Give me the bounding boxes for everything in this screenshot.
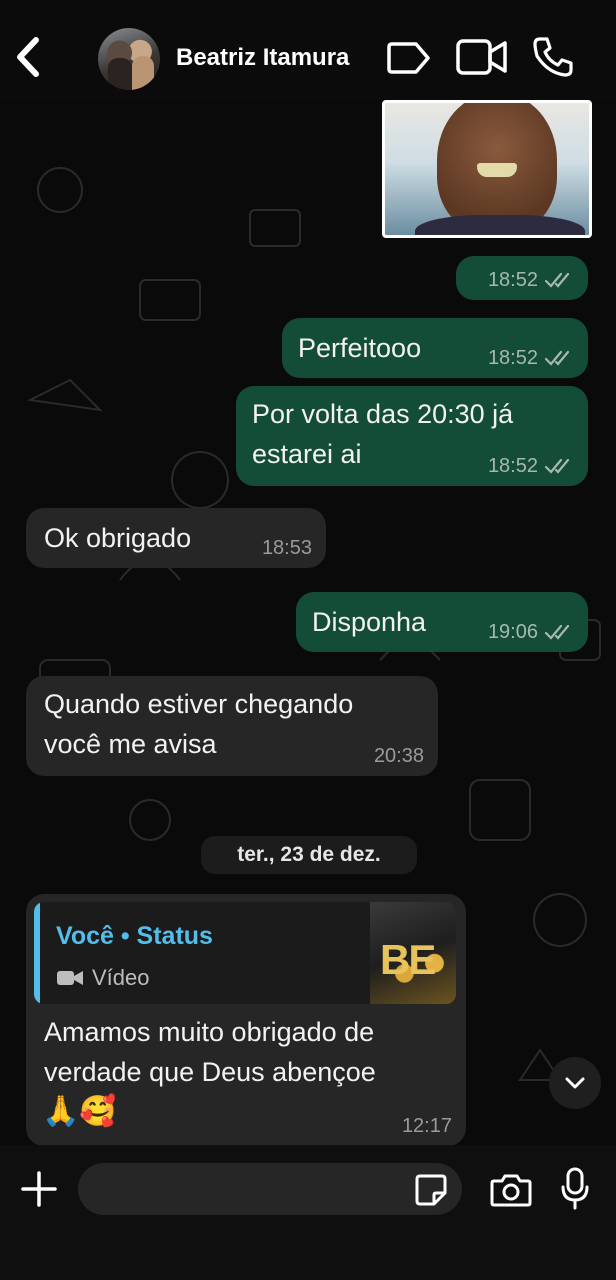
scroll-to-bottom-button[interactable] (549, 1057, 601, 1109)
message-time: 18:53 (261, 537, 312, 559)
message-time: 19:06 (487, 621, 538, 643)
composer-bar (0, 1145, 616, 1280)
message-bubble-out[interactable]: 18:52 (456, 256, 588, 300)
message-input-container[interactable] (78, 1163, 462, 1215)
read-receipt-icon (544, 624, 570, 640)
microphone-icon[interactable] (560, 1167, 590, 1211)
video-call-icon[interactable] (456, 38, 508, 76)
message-text: Por volta das 20:30 já (252, 399, 514, 429)
message-time: 20:38 (373, 745, 424, 767)
quote-title: Você • Status (56, 922, 213, 950)
message-time: 18:52 (487, 347, 538, 369)
message-emoji: 🙏🥰 (42, 1095, 117, 1128)
sticker-icon[interactable] (414, 1173, 448, 1207)
message-bubble-in[interactable]: Quando estiver chegando você me avisa 20… (26, 676, 438, 776)
chat-area[interactable]: 18:52 Perfeitooo 18:52 Por volta das 20:… (0, 100, 616, 1145)
back-chevron-icon[interactable] (10, 34, 46, 80)
message-text: verdade que Deus abençoe (44, 1057, 376, 1087)
video-icon (57, 971, 83, 985)
read-receipt-icon (544, 458, 570, 474)
avatar[interactable] (98, 28, 160, 90)
quoted-status[interactable]: Você • Status Vídeo BE (34, 902, 456, 1004)
message-bubble-in[interactable]: Ok obrigado 18:53 (26, 508, 326, 568)
contact-name[interactable]: Beatriz Itamura (176, 44, 349, 72)
message-image[interactable] (382, 100, 592, 238)
message-bubble-out[interactable]: Por volta das 20:30 já estarei ai 18:52 (236, 386, 588, 486)
message-time: 18:52 (487, 269, 538, 291)
message-text: Amamos muito obrigado de (44, 1017, 375, 1047)
message-text: Ok obrigado (44, 523, 192, 553)
message-text: Perfeitooo (298, 333, 422, 363)
date-separator: ter., 23 de dez. (201, 836, 417, 874)
message-text: você me avisa (44, 729, 217, 759)
message-time: 18:52 (487, 455, 538, 477)
plus-icon[interactable] (20, 1170, 58, 1208)
message-text: Disponha (312, 607, 427, 637)
message-time: 12:17 (401, 1115, 452, 1137)
message-bubble-out[interactable]: Perfeitooo 18:52 (282, 318, 588, 378)
message-bubble-out[interactable]: Disponha 19:06 (296, 592, 588, 652)
message-text: Quando estiver chegando (44, 689, 354, 719)
camera-icon[interactable] (490, 1173, 532, 1207)
quote-thumbnail: BE (370, 902, 456, 1004)
message-input[interactable] (96, 1163, 406, 1215)
sticker-icon[interactable] (386, 40, 432, 76)
read-receipt-icon (544, 350, 570, 366)
chat-header: Beatriz Itamura (0, 0, 616, 100)
chevron-down-icon (565, 1077, 585, 1089)
voice-call-icon[interactable] (532, 36, 574, 78)
message-bubble-in-reply[interactable]: Você • Status Vídeo BE Amamos muito obri… (26, 894, 466, 1145)
message-text: estarei ai (252, 439, 362, 469)
read-receipt-icon (544, 272, 570, 288)
quote-subtitle: Vídeo (56, 958, 150, 998)
